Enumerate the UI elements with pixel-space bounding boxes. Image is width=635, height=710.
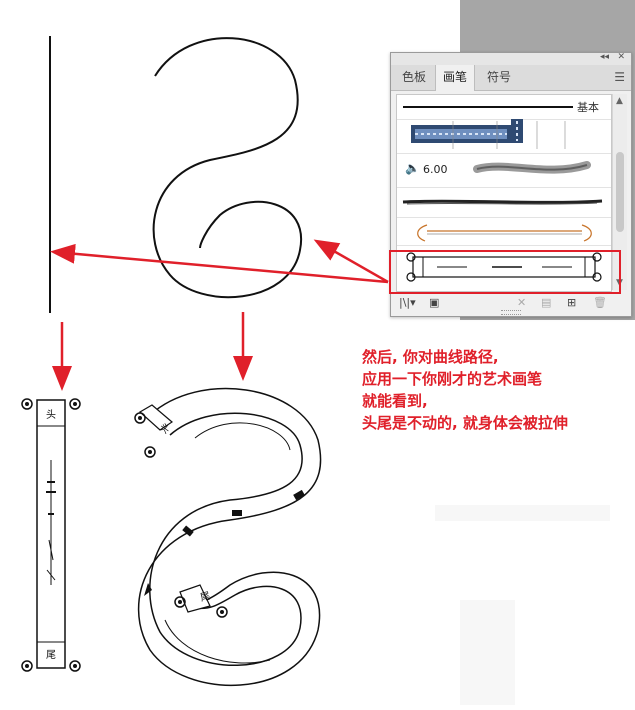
curved-scroll-result: 头 尾 [134,387,322,686]
scroll-down-icon[interactable]: ▼ [616,278,623,288]
brush-row-charcoal[interactable] [397,187,611,218]
arrow-brush-preview [417,224,592,242]
brush-row-bristle[interactable]: 🔈 6.00 [397,153,611,188]
scroll-head-label: 头 [46,409,56,421]
basic-line-preview [403,106,573,108]
new-brush-icon[interactable]: ⊞ [567,296,576,309]
scroll-tail-label: 尾 [46,649,56,661]
red-arrow-to-line [50,243,389,284]
tab-symbols[interactable]: 符号 [479,65,519,90]
brush-options-icon[interactable]: ▤ [541,296,551,309]
panel-resize-grip[interactable] [501,310,521,315]
tab-brushes[interactable]: 画笔 [435,65,475,91]
brush-row-arrow[interactable] [397,217,611,246]
pattern-brush-preview [411,119,566,149]
straight-scroll-result: 头 尾 [21,398,81,672]
scroll-up-icon[interactable]: ▲ [616,96,623,106]
faint-band [435,505,610,521]
collapse-icon[interactable]: ◂◂ [600,52,609,62]
hamburger-menu-icon[interactable]: ☰ [614,70,625,84]
brush-list-scrollbar[interactable]: ▲ ▼ [612,94,627,290]
scroll-thumb[interactable] [616,152,624,232]
annotation-text: 然后, 你对曲线路径, 应用一下你刚才的艺术画笔 就能看到, 头尾是不动的, 就… [362,346,568,434]
annotation-line-4: 头尾是不动的, 就身体会被拉伸 [362,414,568,432]
panel-tabs: 色板 画笔 符号 ☰ [391,65,631,91]
remove-stroke-icon[interactable]: ✕ [517,296,526,309]
delete-brush-icon[interactable]: 🗑 [593,296,607,309]
tab-swatches[interactable]: 色板 [395,65,433,90]
curved-path[interactable] [152,37,303,299]
brush-libraries-icon[interactable]: |\|▾ [399,296,416,309]
brush-row-basic[interactable]: 基本 [397,95,611,120]
brush-row-pattern[interactable] [397,119,611,154]
bristle-brush-preview [473,161,591,174]
panel-bottom-toolbar: |\|▾ ▣ ✕ ▤ ⊞ 🗑 [391,292,631,316]
brush-row-scroll[interactable] [397,245,611,289]
curved-scroll-tail-label: 尾 [199,590,212,604]
charcoal-brush-preview [402,199,603,205]
faint-block [460,600,515,705]
brush-list: 基本 🔈 6.00 [396,94,612,292]
brushes-panel: ◂◂ ✕ 色板 画笔 符号 ☰ 基本 🔈 6.00 ▲ ▼ |\|▾ ▣ ✕ ▤… [390,52,632,317]
libraries-panel-icon[interactable]: ▣ [429,296,439,309]
annotation-line-3: 就能看到, [362,392,428,410]
close-icon[interactable]: ✕ [617,52,625,62]
scroll-brush-preview [406,252,602,282]
annotation-line-1: 然后, 你对曲线路径, [362,348,499,366]
annotation-line-2: 应用一下你刚才的艺术画笔 [362,370,543,388]
brush-label-basic: 基本 [577,101,599,114]
